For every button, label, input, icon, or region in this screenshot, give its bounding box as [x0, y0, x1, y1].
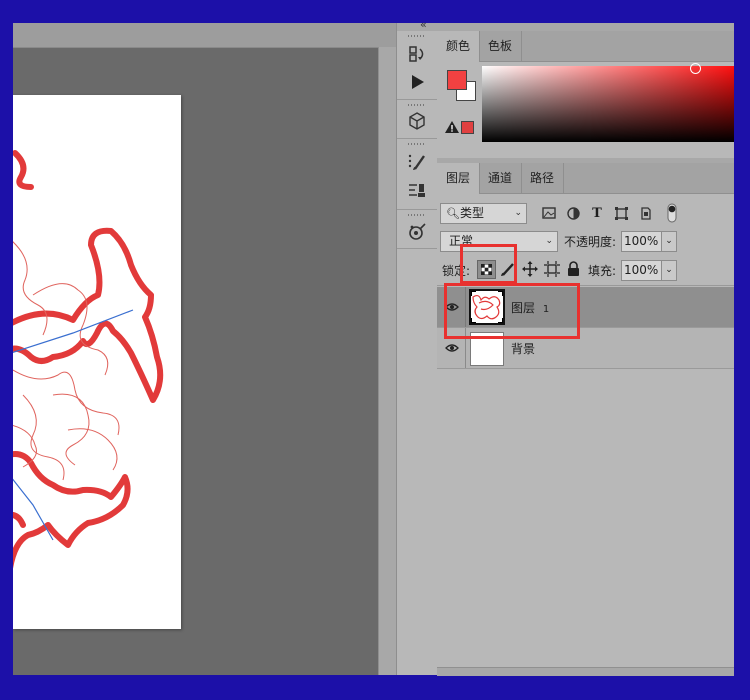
document-tab-bar[interactable]: [13, 23, 396, 48]
group-grip[interactable]: [408, 143, 426, 145]
chevron-down-icon: ⌄: [545, 236, 553, 246]
canvas[interactable]: [13, 95, 181, 629]
search-icon: 🔍︎: [446, 207, 460, 220]
gamut-color-swatch[interactable]: [461, 121, 474, 134]
clone-source-icon[interactable]: [405, 179, 429, 201]
canvas-artwork: [13, 150, 164, 569]
fill-label: 填充:: [588, 264, 617, 278]
highlight-lock-transparency: [460, 244, 517, 284]
window-frame-edge: [734, 23, 750, 675]
opacity-label: 不透明度:: [564, 235, 617, 249]
lock-artboard-icon[interactable]: [544, 261, 560, 280]
history-icon[interactable]: [405, 43, 429, 65]
tab-color[interactable]: 颜色: [437, 31, 481, 62]
opacity-input[interactable]: 100%: [621, 231, 664, 252]
tool-group-3d: [397, 100, 437, 139]
lock-position-icon[interactable]: [522, 261, 538, 280]
fill-input[interactable]: 100%: [621, 260, 664, 281]
filter-toggle-icon[interactable]: [667, 203, 677, 226]
layer-filter-kind-select[interactable]: 🔍︎ 类型 ⌄: [440, 203, 527, 224]
filter-pixel-icon[interactable]: [541, 205, 557, 221]
3d-cube-icon[interactable]: [405, 110, 429, 132]
color-picker-cursor[interactable]: [690, 63, 701, 74]
color-spectrum-picker[interactable]: [482, 66, 734, 142]
lock-all-icon[interactable]: [567, 261, 580, 279]
filter-kind-label: 类型: [460, 206, 485, 220]
document-area[interactable]: [13, 23, 396, 675]
play-action-icon[interactable]: [405, 71, 429, 93]
color-panel-tabs: 颜色 色板: [437, 31, 734, 62]
tab-channels[interactable]: 通道: [479, 163, 523, 193]
group-grip[interactable]: [408, 104, 426, 106]
chevron-down-icon: ⌄: [514, 208, 522, 218]
panel-header-strip: [437, 23, 734, 31]
panel-dock-strip: «: [396, 18, 438, 675]
layer-name: 背景: [511, 342, 536, 356]
group-grip[interactable]: [408, 214, 426, 216]
properties-icon[interactable]: [405, 221, 429, 243]
group-grip[interactable]: [408, 35, 426, 37]
tool-group-properties: [397, 210, 437, 249]
opacity-dropdown-icon[interactable]: ⌄: [661, 231, 677, 252]
brush-presets-icon[interactable]: [405, 151, 429, 173]
tool-group-brush: [397, 139, 437, 210]
panel-footer: [437, 667, 734, 676]
tab-paths[interactable]: 路径: [521, 163, 565, 193]
filter-shape-icon[interactable]: [613, 205, 629, 221]
layers-panel-tabs: 图层 通道 路径: [437, 163, 734, 194]
vertical-scrollbar[interactable]: [378, 47, 396, 675]
visibility-eye-icon[interactable]: [445, 341, 459, 355]
gamut-warning-icon[interactable]: [445, 121, 459, 136]
tool-group-history: [397, 31, 437, 100]
foreground-color-swatch[interactable]: [447, 70, 467, 90]
filter-adjustment-icon[interactable]: [565, 205, 581, 221]
collapse-panels-icon[interactable]: «: [420, 18, 427, 31]
filter-type-icon[interactable]: T: [589, 205, 605, 221]
dock-header: [397, 23, 437, 31]
filter-smart-object-icon[interactable]: [637, 205, 653, 221]
highlight-layer1: [444, 283, 580, 339]
fill-dropdown-icon[interactable]: ⌄: [661, 260, 677, 281]
right-panels: 颜色 色板 图层 通道 路径 🔍︎ 类型 ⌄ T 正常 ⌄ 不透明度: 100%…: [437, 23, 734, 676]
tab-swatches[interactable]: 色板: [479, 31, 523, 61]
tab-layers[interactable]: 图层: [437, 163, 481, 194]
